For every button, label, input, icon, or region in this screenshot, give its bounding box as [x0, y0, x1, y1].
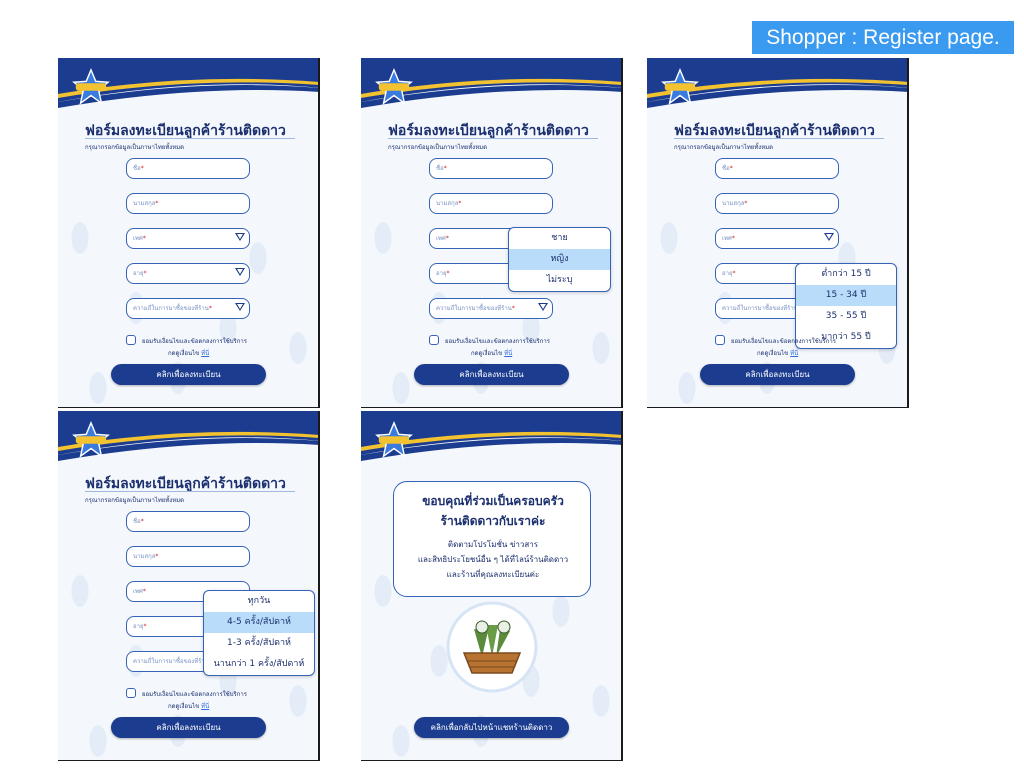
title-underline — [85, 491, 295, 492]
chevron-down-icon — [235, 268, 245, 276]
gender-dropdown: ชาย หญิง ไม่ระบุ — [508, 227, 611, 292]
star-logo-icon — [72, 68, 110, 105]
terms-link[interactable]: ที่นี่ — [201, 350, 209, 357]
form-subtitle: กรุณากรอกข้อมูลเป็นภาษาไทยทั้งหมด — [388, 144, 488, 151]
last-name-input[interactable]: นามสกุล* — [126, 546, 250, 567]
form-subtitle: กรุณากรอกข้อมูลเป็นภาษาไทยทั้งหมด — [85, 144, 185, 151]
frequency-option[interactable]: ทุกวัน — [204, 591, 314, 612]
consent-text: ยอมรับเงื่อนไขและข้อตกลงการใช้บริการ — [142, 691, 247, 698]
last-name-input[interactable]: นามสกุล* — [126, 193, 250, 214]
first-name-input[interactable]: ชื่อ* — [429, 158, 553, 179]
frequency-dropdown: ทุกวัน 4-5 ครั้ง/สัปดาห์ 1-3 ครั้ง/สัปดา… — [203, 590, 315, 676]
back-to-chat-button[interactable]: คลิกเพื่อกลับไปหน้าแชทร้านติดดาว — [414, 717, 569, 738]
page-label: Shopper : Register page. — [752, 21, 1014, 54]
terms-link[interactable]: ที่นี่ — [790, 350, 798, 357]
star-logo-icon — [72, 421, 110, 458]
age-option[interactable]: ต่ำกว่า 15 ปี — [796, 264, 896, 285]
chevron-down-icon — [824, 233, 834, 241]
star-logo-icon — [375, 421, 413, 458]
thank-you-title-line1: ขอบคุณที่ร่วมเป็นครอบครัว — [422, 494, 564, 508]
terms-link[interactable]: ที่นี่ — [504, 350, 512, 357]
frequency-select[interactable]: ความถี่ในการมาซื้อของที่ร้าน* — [429, 298, 553, 319]
consent-checkbox[interactable] — [126, 335, 136, 345]
consent-checkbox[interactable] — [429, 335, 439, 345]
age-option-selected[interactable]: 15 - 34 ปี — [796, 285, 896, 306]
frequency-option[interactable]: นานกว่า 1 ครั้ง/สัปดาห์ — [204, 654, 314, 675]
form-subtitle: กรุณากรอกข้อมูลเป็นภาษาไทยทั้งหมด — [674, 144, 774, 151]
gender-option[interactable]: ชาย — [509, 228, 610, 249]
age-select[interactable]: อายุ* — [126, 263, 250, 284]
star-logo-icon — [375, 68, 413, 105]
last-name-input[interactable]: นามสกุล* — [715, 193, 839, 214]
register-button[interactable]: คลิกเพื่อลงทะเบียน — [111, 364, 266, 385]
thank-you-body-line1: ติดตามโปรโมชั่น ข่าวสาร — [447, 540, 539, 549]
first-name-input[interactable]: ชื่อ* — [715, 158, 839, 179]
consent-link-line: กดดูเงื่อนไข ที่นี่ — [471, 350, 513, 357]
frequency-option-selected[interactable]: 4-5 ครั้ง/สัปดาห์ — [204, 612, 314, 633]
age-option[interactable]: 35 - 55 ปี — [796, 306, 896, 327]
screen-thank-you: ขอบคุณที่ร่วมเป็นครอบครัว ร้านติดดาวกับเ… — [361, 411, 623, 761]
thank-you-card: ขอบคุณที่ร่วมเป็นครอบครัว ร้านติดดาวกับเ… — [393, 481, 591, 597]
terms-link[interactable]: ที่นี่ — [201, 703, 209, 710]
screen-register-gender-open: ฟอร์มลงทะเบียนลูกค้าร้านติดดาว กรุณากรอก… — [361, 58, 623, 408]
title-underline — [674, 138, 884, 139]
register-button[interactable]: คลิกเพื่อลงทะเบียน — [414, 364, 569, 385]
frequency-option[interactable]: 1-3 ครั้ง/สัปดาห์ — [204, 633, 314, 654]
star-logo-icon — [661, 68, 699, 105]
thank-you-body-line3: และร้านที่คุณลงทะเบียนค่ะ — [446, 570, 540, 579]
screen-register-age-open: ฟอร์มลงทะเบียนลูกค้าร้านติดดาว กรุณากรอก… — [647, 58, 909, 408]
gender-select[interactable]: เพศ* — [715, 228, 839, 249]
title-underline — [388, 138, 598, 139]
basket-mascot-icon — [446, 601, 538, 693]
gender-select[interactable]: เพศ* — [126, 228, 250, 249]
thank-you-title-line2: ร้านติดดาวกับเราค่ะ — [440, 514, 546, 528]
consent-link-line: กดดูเงื่อนไข ที่นี่ — [168, 703, 210, 710]
first-name-input[interactable]: ชื่อ* — [126, 511, 250, 532]
title-underline — [85, 138, 295, 139]
frequency-select[interactable]: ความถี่ในการมาซื้อของที่ร้าน* — [126, 298, 250, 319]
thank-you-body-line2: และสิทธิประโยชน์อื่น ๆ ได้ที่ไลน์ร้านติด… — [417, 555, 569, 564]
gender-option-selected[interactable]: หญิง — [509, 249, 610, 270]
consent-text: ยอมรับเงื่อนไขและข้อตกลงการใช้บริการ — [731, 338, 836, 345]
screen-register-frequency-open: ฟอร์มลงทะเบียนลูกค้าร้านติดดาว กรุณากรอก… — [58, 411, 320, 761]
register-button[interactable]: คลิกเพื่อลงทะเบียน — [111, 717, 266, 738]
consent-text: ยอมรับเงื่อนไขและข้อตกลงการใช้บริการ — [445, 338, 550, 345]
consent-checkbox[interactable] — [126, 688, 136, 698]
chevron-down-icon — [235, 233, 245, 241]
chevron-down-icon — [235, 303, 245, 311]
gender-option[interactable]: ไม่ระบุ — [509, 270, 610, 291]
form-subtitle: กรุณากรอกข้อมูลเป็นภาษาไทยทั้งหมด — [85, 497, 185, 504]
screen-register-default: ฟอร์มลงทะเบียนลูกค้าร้านติดดาว กรุณากรอก… — [58, 58, 320, 408]
consent-link-line: กดดูเงื่อนไข ที่นี่ — [168, 350, 210, 357]
consent-link-line: กดดูเงื่อนไข ที่นี่ — [757, 350, 799, 357]
first-name-input[interactable]: ชื่อ* — [126, 158, 250, 179]
last-name-input[interactable]: นามสกุล* — [429, 193, 553, 214]
register-button[interactable]: คลิกเพื่อลงทะเบียน — [700, 364, 855, 385]
consent-checkbox[interactable] — [715, 335, 725, 345]
consent-text: ยอมรับเงื่อนไขและข้อตกลงการใช้บริการ — [142, 338, 247, 345]
chevron-down-icon — [538, 303, 548, 311]
